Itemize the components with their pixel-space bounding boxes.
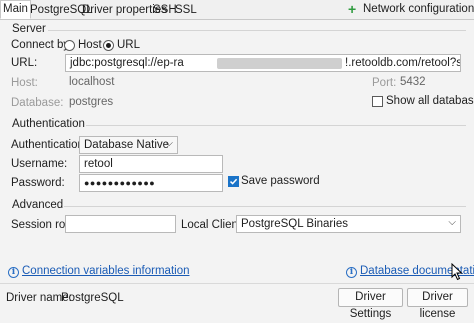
- driver-settings-button[interactable]: Driver Settings: [338, 288, 403, 320]
- database-label: Database:: [11, 97, 64, 109]
- mouse-cursor-icon: [451, 263, 463, 281]
- show-all-databases-checkbox[interactable]: [372, 96, 383, 107]
- port-input[interactable]: 5432: [396, 74, 462, 92]
- chevron-down-icon: ⌵: [448, 217, 456, 228]
- checkmark-icon: [229, 178, 238, 185]
- local-client-select[interactable]: PostgreSQL Binaries ⌵: [236, 215, 461, 233]
- host-input[interactable]: localhost: [65, 74, 360, 92]
- url-suffix-text: !.retooldb.com/retool?sslmode=require: [345, 57, 460, 69]
- server-group-title: Server: [11, 23, 47, 35]
- local-client-label: Local Client:: [181, 219, 245, 231]
- host-radio[interactable]: [64, 40, 75, 51]
- username-label: Username:: [11, 158, 68, 170]
- connection-variables-link[interactable]: Connection variables information: [22, 265, 189, 277]
- info-icon: i: [346, 267, 357, 278]
- tab-ssl-label: SSL: [175, 4, 197, 16]
- advanced-group-title: Advanced: [11, 199, 65, 211]
- authentication-label: Authentication:: [11, 139, 88, 151]
- auth-divider: [76, 125, 466, 126]
- port-label: Port:: [372, 77, 397, 89]
- server-divider: [48, 30, 466, 31]
- redacted-url-segment: [217, 58, 342, 69]
- footer-divider: [0, 283, 474, 284]
- host-label: Host:: [11, 77, 38, 89]
- chevron-down-icon: ⌵: [165, 138, 173, 149]
- plus-icon: +: [348, 1, 357, 17]
- url-label: URL:: [11, 57, 38, 69]
- host-radio-label[interactable]: Host: [78, 39, 102, 51]
- driver-name-value: PostgreSQL: [61, 292, 124, 304]
- username-input[interactable]: retool: [79, 155, 223, 173]
- password-input[interactable]: ●●●●●●●●●●●●: [79, 174, 223, 192]
- auth-group-title: Authentication: [11, 118, 86, 130]
- authentication-select-value: Database Native: [84, 139, 170, 151]
- tab-bar: Main PostgreSQL Driver properties SSH SS…: [0, 0, 474, 20]
- tab-main-label: Main: [3, 3, 28, 15]
- authentication-select[interactable]: Database Native ⌵: [79, 136, 178, 154]
- url-radio[interactable]: [103, 40, 114, 51]
- password-label: Password:: [11, 177, 65, 189]
- session-role-input[interactable]: [65, 215, 176, 233]
- url-prefix-text: jdbc:postgresql://ep-ra: [70, 57, 184, 69]
- save-password-checkbox[interactable]: [228, 176, 239, 187]
- local-client-select-value: PostgreSQL Binaries: [241, 218, 348, 230]
- network-configurations-label: Network configurations...: [363, 3, 474, 15]
- network-configurations-button[interactable]: + Network configurations...: [348, 1, 474, 18]
- url-radio-label[interactable]: URL: [117, 39, 140, 51]
- url-input[interactable]: jdbc:postgresql://ep-ra !.retooldb.com/r…: [65, 54, 461, 72]
- info-icon: i: [8, 267, 19, 278]
- driver-license-button[interactable]: Driver license: [407, 288, 468, 320]
- advanced-divider: [58, 206, 466, 207]
- save-password-label[interactable]: Save password: [241, 175, 320, 187]
- tab-ssl[interactable]: SSL: [172, 1, 200, 18]
- database-input[interactable]: postgres: [65, 94, 360, 112]
- show-all-databases-label[interactable]: Show all databases: [386, 95, 474, 107]
